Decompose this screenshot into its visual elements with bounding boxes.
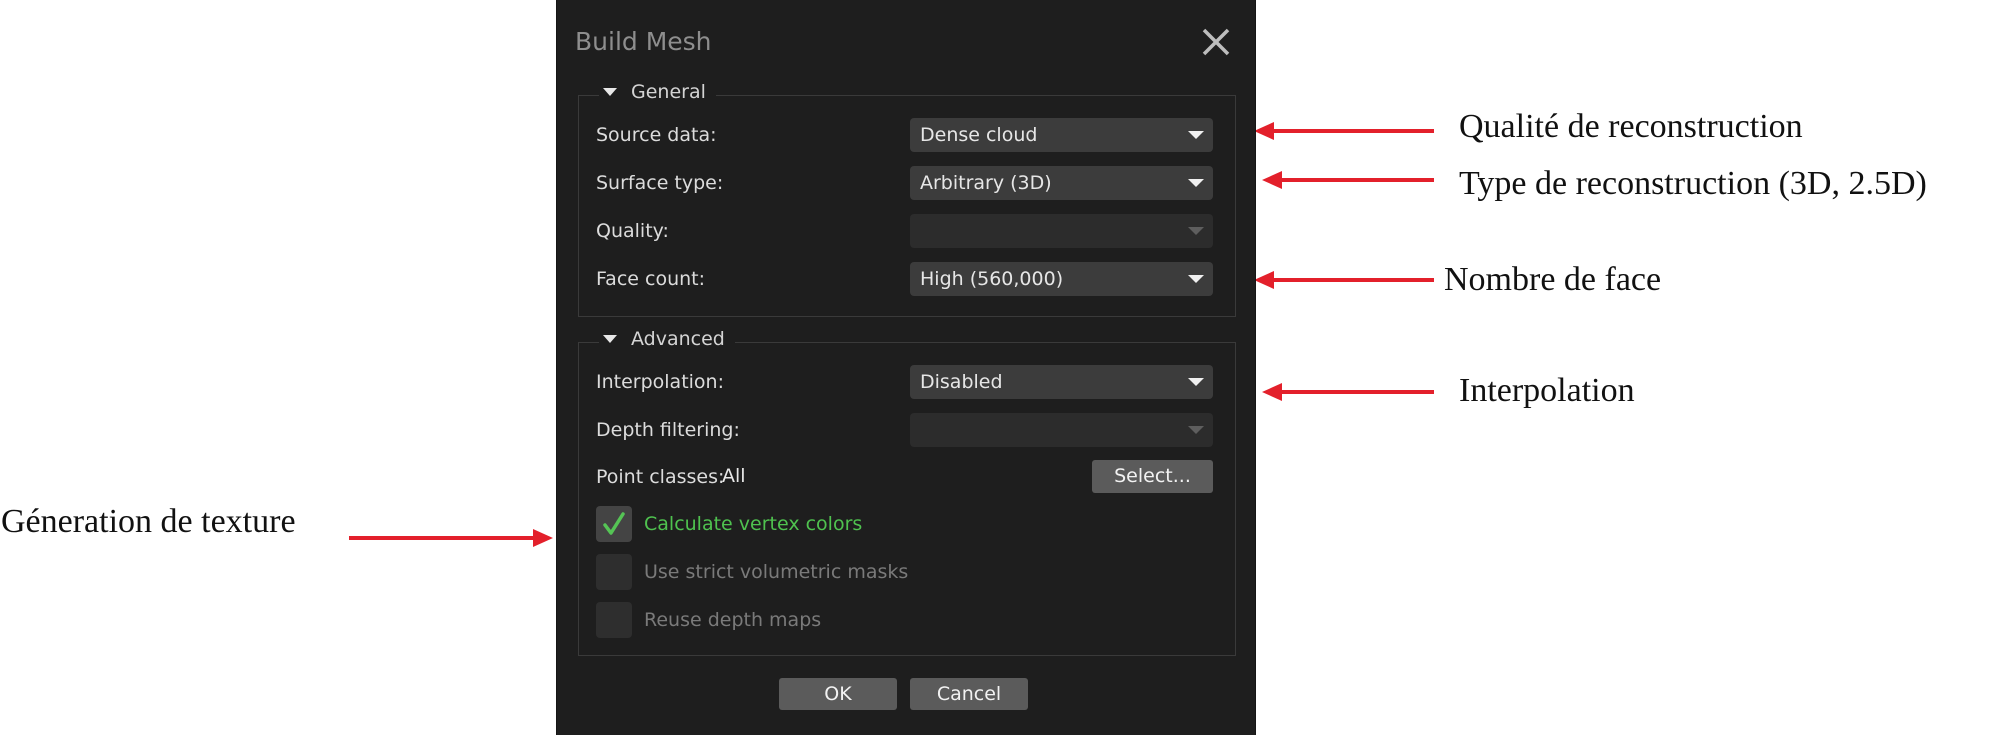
annotation-texture: Géneration de texture <box>1 503 296 540</box>
dropdown-arrow-icon <box>1188 131 1204 139</box>
source-data-value: Dense cloud <box>920 124 1038 146</box>
collapse-triangle-icon <box>603 88 617 96</box>
annotation-type: Type de reconstruction (3D, 2.5D) <box>1459 165 1927 202</box>
dialog-title: Build Mesh <box>575 27 712 56</box>
depth-filtering-row: Depth filtering: <box>579 413 1235 447</box>
depth-filtering-label: Depth filtering: <box>596 419 740 441</box>
checkbox-box <box>596 554 632 590</box>
reuse-depth-maps-label: Reuse depth maps <box>644 609 822 631</box>
source-data-select[interactable]: Dense cloud <box>910 118 1213 152</box>
annotation-interpolation: Interpolation <box>1459 372 1635 409</box>
surface-type-row: Surface type: Arbitrary (3D) <box>579 166 1235 200</box>
strict-volumetric-masks-checkbox[interactable]: Use strict volumetric masks <box>596 554 1196 592</box>
calculate-vertex-colors-label: Calculate vertex colors <box>644 513 863 535</box>
general-group: General Source data: Dense cloud Surface… <box>578 81 1236 317</box>
face-count-row: Face count: High (560,000) <box>579 262 1235 296</box>
advanced-section-toggle[interactable]: Advanced <box>599 328 735 350</box>
dropdown-arrow-icon <box>1188 426 1204 434</box>
face-count-select[interactable]: High (560,000) <box>910 262 1213 296</box>
surface-type-select[interactable]: Arbitrary (3D) <box>910 166 1213 200</box>
interpolation-value: Disabled <box>920 371 1003 393</box>
source-data-label: Source data: <box>596 124 717 146</box>
collapse-triangle-icon <box>603 335 617 343</box>
surface-type-label: Surface type: <box>596 172 724 194</box>
quality-select[interactable] <box>910 214 1213 248</box>
source-data-row: Source data: Dense cloud <box>579 118 1235 152</box>
reuse-depth-maps-checkbox[interactable]: Reuse depth maps <box>596 602 1196 640</box>
interpolation-row: Interpolation: Disabled <box>579 365 1235 399</box>
general-section-toggle[interactable]: General <box>599 81 716 103</box>
general-section-label: General <box>631 81 706 103</box>
quality-label: Quality: <box>596 220 669 242</box>
dropdown-arrow-icon <box>1188 179 1204 187</box>
dropdown-arrow-icon <box>1188 275 1204 283</box>
arrow-quality <box>1254 122 1434 140</box>
ok-button[interactable]: OK <box>779 678 897 710</box>
face-count-label: Face count: <box>596 268 706 290</box>
annotation-faces: Nombre de face <box>1444 261 1662 298</box>
strict-volumetric-masks-label: Use strict volumetric masks <box>644 561 909 583</box>
build-mesh-dialog: Build Mesh General Source data: Dense cl… <box>556 0 1256 735</box>
interpolation-label: Interpolation: <box>596 371 724 393</box>
checkbox-box <box>596 506 632 542</box>
depth-filtering-select[interactable] <box>910 413 1213 447</box>
arrow-interpolation <box>1262 383 1434 401</box>
face-count-value: High (560,000) <box>920 268 1064 290</box>
arrow-texture <box>349 529 553 547</box>
checkmark-icon <box>603 512 625 535</box>
advanced-section-label: Advanced <box>631 328 725 350</box>
arrow-type <box>1262 171 1434 189</box>
close-button[interactable] <box>1200 26 1232 58</box>
calculate-vertex-colors-checkbox[interactable]: Calculate vertex colors <box>596 506 1196 544</box>
surface-type-value: Arbitrary (3D) <box>920 172 1052 194</box>
arrow-faces <box>1254 271 1434 289</box>
point-classes-value: All <box>722 465 746 487</box>
point-classes-label: Point classes: <box>596 466 725 488</box>
dropdown-arrow-icon <box>1188 227 1204 235</box>
select-point-classes-button[interactable]: Select... <box>1092 460 1213 493</box>
checkbox-box <box>596 602 632 638</box>
annotation-quality: Qualité de reconstruction <box>1459 108 1803 145</box>
dropdown-arrow-icon <box>1188 378 1204 386</box>
interpolation-select[interactable]: Disabled <box>910 365 1213 399</box>
quality-row: Quality: <box>579 214 1235 248</box>
close-icon <box>1202 28 1230 56</box>
cancel-button[interactable]: Cancel <box>910 678 1028 710</box>
point-classes-row: Point classes: All Select... <box>579 460 1235 494</box>
advanced-group: Advanced Interpolation: Disabled Depth f… <box>578 328 1236 656</box>
